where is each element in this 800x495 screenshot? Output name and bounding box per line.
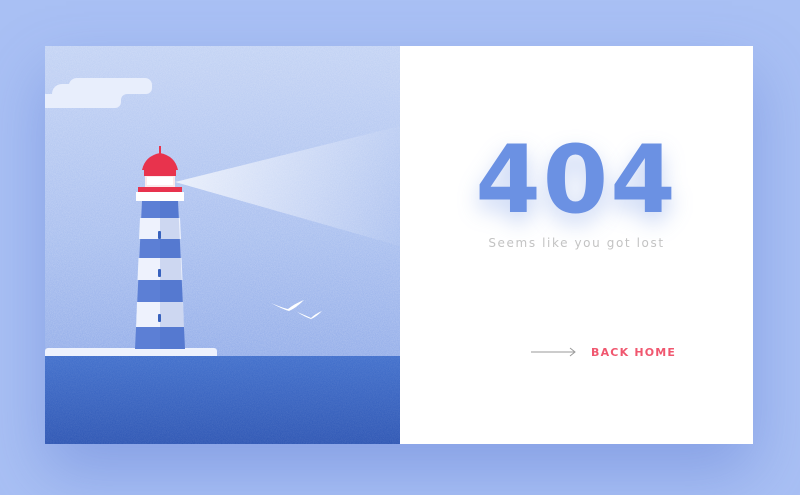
content-panel: 404 Seems like you got lost BACK HOME	[400, 46, 753, 444]
arrow-right-icon	[531, 347, 576, 357]
error-code: 404	[475, 126, 678, 235]
back-home-label: BACK HOME	[591, 345, 677, 359]
error-card: 404 Seems like you got lost BACK HOME	[45, 46, 753, 444]
back-home-link[interactable]: BACK HOME	[531, 342, 676, 362]
error-message: Seems like you got lost	[488, 236, 665, 250]
lighthouse-illustration	[45, 46, 400, 444]
